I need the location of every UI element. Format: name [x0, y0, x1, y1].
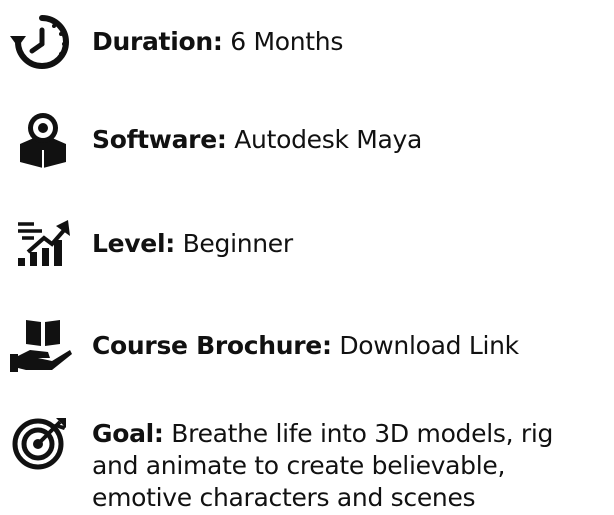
software-label: Software: [92, 125, 227, 154]
info-item-duration: Duration: 6 Months [0, 12, 614, 72]
duration-label: Duration: [92, 27, 223, 56]
info-item-level: Level: Beginner [0, 214, 614, 270]
info-item-software: Software: Autodesk Maya [0, 108, 614, 170]
download-link[interactable]: Download Link [339, 331, 519, 360]
course-brochure-label: Course Brochure: [92, 331, 332, 360]
duration-value: 6 Months [230, 27, 344, 56]
book-hand-icon [8, 316, 78, 372]
goal-value-line-3: emotive characters and scenes [92, 483, 476, 512]
level-label: Level: [92, 229, 175, 258]
clock-rewind-icon [8, 14, 78, 70]
goal-label: Goal: [92, 419, 164, 448]
info-item-course-brochure[interactable]: Course Brochure: Download Link [0, 314, 614, 376]
target-icon [8, 414, 78, 470]
info-item-goal: Goal: Breathe life into 3D models, rig a… [0, 412, 614, 512]
software-box-icon [8, 110, 78, 168]
level-value: Beginner [182, 229, 294, 258]
software-value: Autodesk Maya [234, 125, 423, 154]
level-chart-icon [8, 216, 78, 272]
goal-value-line-1: Breathe life into 3D models, rig [171, 419, 554, 448]
goal-value-line-2: and animate to create believable, [92, 451, 506, 480]
